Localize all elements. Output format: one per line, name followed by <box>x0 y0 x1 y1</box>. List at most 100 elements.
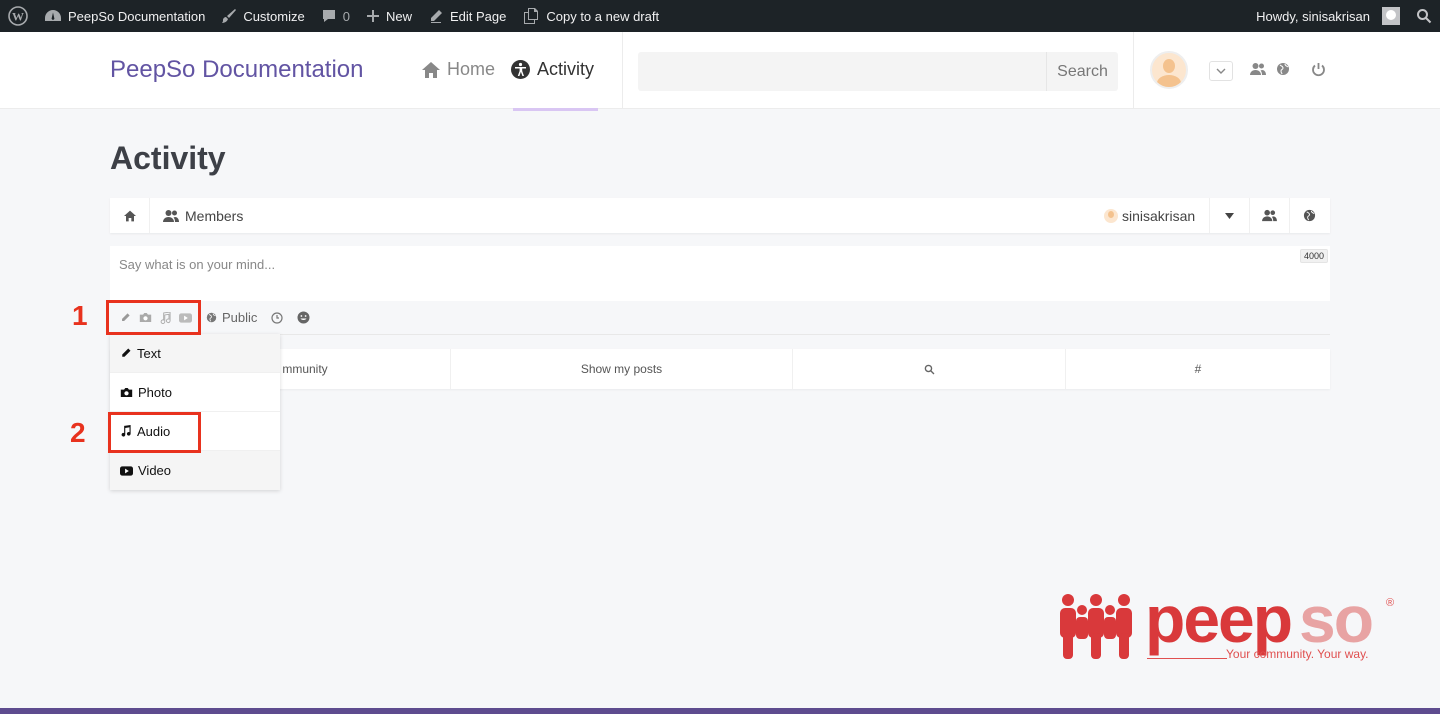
post-type-text[interactable]: Text <box>110 334 280 373</box>
site-name-label: PeepSo Documentation <box>68 8 206 24</box>
site-header: PeepSo Documentation Home Activity Searc… <box>0 32 1440 111</box>
edit-page-label: Edit Page <box>449 8 507 24</box>
users-icon <box>1262 209 1277 222</box>
wordpress-logo-button[interactable]: W <box>0 0 36 32</box>
site-title-link[interactable]: PeepSo Documentation <box>110 56 364 84</box>
brush-icon <box>222 9 237 23</box>
logout-button[interactable] <box>1311 62 1326 82</box>
customize-label: Customize <box>243 8 305 24</box>
privacy-label: Public <box>222 310 258 325</box>
step-number-2: 2 <box>70 417 86 448</box>
footer-bar <box>0 708 1440 714</box>
tagline-rule <box>1147 658 1227 659</box>
filter-search-button[interactable] <box>793 349 1066 389</box>
hashtag-label: # <box>1194 362 1202 376</box>
registered-mark: ® <box>1386 597 1394 609</box>
globe-icon <box>206 312 217 323</box>
camera-icon <box>120 387 133 397</box>
highlight-box-audio <box>108 412 201 453</box>
caret-down-icon <box>1225 212 1234 219</box>
post-type-photo-label: Photo <box>138 384 172 400</box>
edit-page-link[interactable]: Edit Page <box>420 0 514 32</box>
post-type-video[interactable]: Video <box>110 451 280 490</box>
stream-filter-bar: mmunity Show my posts # <box>110 349 1330 389</box>
wordpress-icon: W <box>8 6 28 26</box>
comments-count: 0 <box>342 8 350 24</box>
active-nav-indicator <box>513 108 598 111</box>
my-account-link[interactable]: Howdy, sinisakrisan <box>1248 0 1408 32</box>
schedule-button[interactable] <box>271 311 284 324</box>
nav-home-label: Home <box>447 59 496 79</box>
char-counter: 4000 <box>1299 249 1328 263</box>
comment-icon <box>322 10 335 22</box>
profile-link[interactable]: sinisakrisan <box>1104 198 1195 233</box>
community-button[interactable] <box>1276 62 1290 81</box>
user-avatar[interactable] <box>1150 51 1188 89</box>
home-icon <box>422 61 440 78</box>
friends-button[interactable] <box>1250 62 1266 81</box>
new-label: New <box>385 8 412 24</box>
howdy-label: Howdy, sinisakrisan <box>1256 8 1370 24</box>
nav-activity-link[interactable]: Activity <box>510 59 594 80</box>
peepso-tagline: Your community. Your way. <box>1226 647 1369 661</box>
new-content-link[interactable]: New <box>358 0 420 32</box>
members-label: Members <box>185 207 244 224</box>
profile-menu-toggle[interactable] <box>1209 198 1249 233</box>
users-icon <box>163 209 179 222</box>
wp-admin-bar: W PeepSo Documentation Customize 0 New E… <box>0 0 1440 32</box>
search-input[interactable]: Search <box>638 52 1118 91</box>
post-type-photo[interactable]: Photo <box>110 373 280 412</box>
pencil-icon <box>122 348 131 357</box>
accessibility-icon <box>511 60 530 79</box>
chevron-down-icon <box>1216 68 1226 74</box>
user-avatar <box>1104 208 1118 223</box>
postbox-textarea[interactable]: Say what is on your mind... <box>119 257 275 272</box>
admin-search-button[interactable] <box>1408 0 1440 32</box>
nav-activity-label: Activity <box>537 59 595 79</box>
peepso-wordmark: peep <box>1145 588 1291 656</box>
site-name-link[interactable]: PeepSo Documentation <box>36 0 213 32</box>
friends-button[interactable] <box>1249 198 1289 233</box>
copy-draft-label: Copy to a new draft <box>546 8 660 24</box>
user-menu-toggle[interactable] <box>1209 61 1233 81</box>
filter-show-my-posts[interactable]: Show my posts <box>451 349 793 389</box>
home-icon <box>123 210 136 221</box>
pencil-icon <box>430 10 442 23</box>
admin-avatar <box>1382 7 1400 25</box>
users-icon <box>1250 63 1266 75</box>
globe-icon <box>1277 63 1289 75</box>
username-label: sinisakrisan <box>1122 207 1196 224</box>
nav-home-link[interactable]: Home <box>421 59 495 80</box>
postbox-toolbar: Public <box>110 301 1330 335</box>
comments-link[interactable]: 0 <box>313 0 358 32</box>
privacy-dropdown[interactable]: Public <box>206 310 257 325</box>
globe-icon <box>1303 209 1316 222</box>
dashboard-icon <box>45 10 61 21</box>
post-type-video-label: Video <box>138 463 172 478</box>
search-button[interactable]: Search <box>1046 52 1118 91</box>
copy-icon <box>524 8 539 24</box>
plus-icon <box>366 10 379 22</box>
stream-home-button[interactable] <box>110 198 150 233</box>
search-icon <box>1417 9 1432 24</box>
youtube-icon <box>120 465 133 476</box>
peepso-wordmark-so: so <box>1299 588 1372 656</box>
postbox[interactable]: Say what is on your mind... 4000 <box>110 246 1330 301</box>
copy-draft-link[interactable]: Copy to a new draft <box>514 0 667 32</box>
filter-show-my-posts-label: Show my posts <box>580 362 663 376</box>
post-type-text-label: Text <box>137 345 161 361</box>
power-icon <box>1312 63 1325 77</box>
members-link[interactable]: Members <box>163 198 243 233</box>
header-divider <box>1133 32 1134 109</box>
highlight-box-post-types <box>106 300 201 335</box>
mood-button[interactable] <box>297 311 310 324</box>
filter-hashtag-button[interactable]: # <box>1066 349 1330 389</box>
community-button[interactable] <box>1289 198 1329 233</box>
svg-text:W: W <box>12 10 24 24</box>
page-title: Activity <box>110 140 226 176</box>
filter-community-label: mmunity <box>282 362 328 376</box>
step-number-1: 1 <box>72 300 88 331</box>
smile-icon <box>297 311 310 324</box>
customize-link[interactable]: Customize <box>213 0 312 32</box>
peepso-navbar: Members sinisakrisan <box>110 198 1330 233</box>
